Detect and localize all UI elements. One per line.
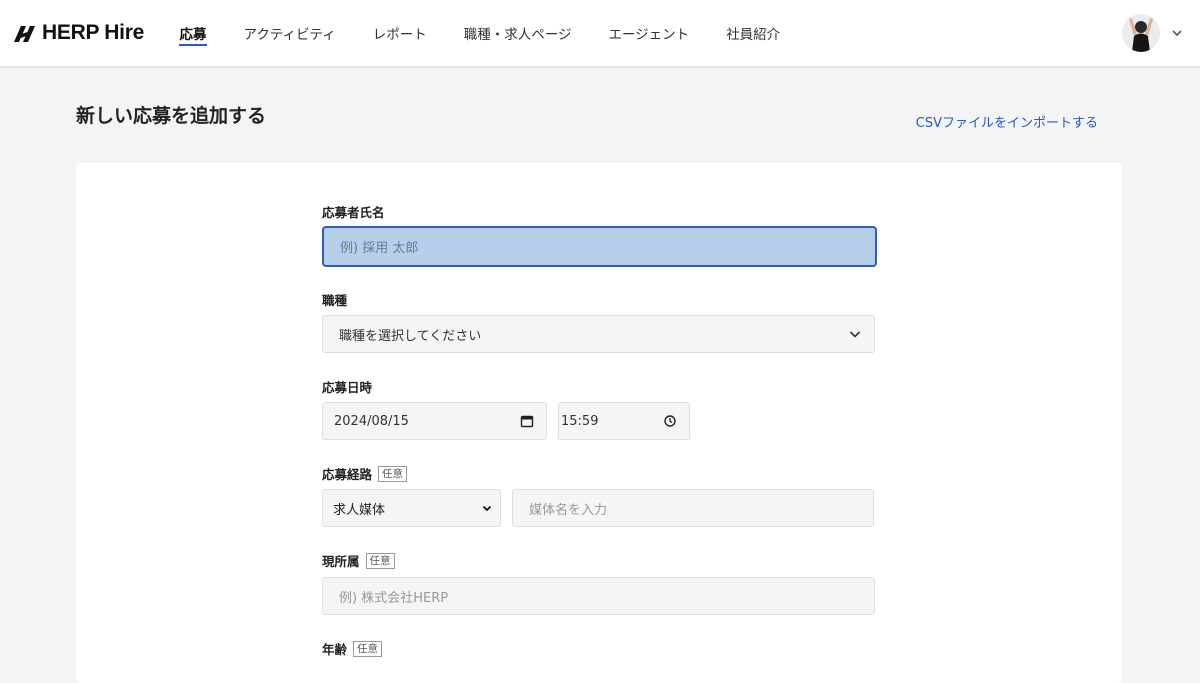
channel-selected-value: 求人媒体 [333, 502, 386, 518]
calendar-icon[interactable] [520, 414, 534, 428]
brand-logo[interactable]: HERP Hire [12, 20, 144, 46]
position-selected-value: 職種を選択してください [339, 328, 482, 344]
age-label-text: 年齢 [322, 642, 348, 657]
page-title: 新しい応募を追加する [76, 105, 267, 127]
applied-time-value: 15:59 [561, 413, 599, 429]
applicant-name-label-text: 応募者氏名 [322, 205, 385, 220]
nav-item-referrals[interactable]: 社員紹介 [708, 0, 799, 66]
position-label-text: 職種 [322, 293, 348, 308]
age-label: 年齢 任意 [322, 639, 383, 658]
channel-select[interactable]: 求人媒体 [322, 489, 501, 527]
applied-date-value: 2024/08/15 [334, 413, 409, 429]
herp-logo-icon [14, 26, 35, 42]
user-avatar-icon [1122, 14, 1160, 52]
position-label: 職種 [322, 290, 347, 309]
avatar[interactable] [1122, 14, 1160, 52]
chevron-down-icon[interactable] [1170, 26, 1184, 40]
current-company-input[interactable]: 例) 株式会社HERP [322, 577, 875, 615]
optional-badge: 任意 [353, 640, 383, 657]
media-name-placeholder: 媒体名を入力 [529, 502, 608, 518]
user-menu[interactable] [1122, 14, 1184, 52]
form-card: 応募者氏名 例) 採用 太郎 職種 職種を選択してください 応募日時 2024/… [76, 163, 1122, 683]
current-company-label: 現所属 任意 [322, 551, 395, 570]
applicant-name-label: 応募者氏名 [322, 202, 385, 221]
current-company-placeholder: 例) 株式会社HERP [339, 590, 449, 606]
applied-date-input[interactable]: 2024/08/15 [322, 402, 547, 440]
chevron-down-icon [482, 505, 492, 512]
chevron-down-icon [849, 331, 861, 338]
optional-badge: 任意 [378, 465, 408, 482]
applied-at-label: 応募日時 [322, 377, 372, 396]
main-nav: 応募 アクティビティ レポート 職種・求人ページ エージェント 社員紹介 [161, 0, 799, 66]
nav-item-applications[interactable]: 応募 [161, 0, 225, 66]
nav-item-activity[interactable]: アクティビティ [225, 0, 354, 66]
applicant-name-placeholder: 例) 採用 太郎 [340, 241, 419, 256]
nav-item-reports[interactable]: レポート [354, 0, 445, 66]
current-company-label-text: 現所属 [322, 554, 360, 569]
brand-name: HERP Hire [42, 21, 144, 44]
optional-badge: 任意 [365, 552, 395, 569]
applicant-name-input[interactable]: 例) 採用 太郎 [322, 226, 877, 267]
media-name-input[interactable]: 媒体名を入力 [512, 489, 874, 527]
position-select[interactable]: 職種を選択してください [322, 315, 875, 353]
clock-icon[interactable] [663, 414, 677, 428]
channel-label: 応募経路 任意 [322, 464, 408, 483]
csv-import-link[interactable]: CSVファイルをインポートする [916, 112, 1098, 131]
applied-at-label-text: 応募日時 [322, 380, 373, 395]
nav-item-agents[interactable]: エージェント [590, 0, 708, 66]
channel-label-text: 応募経路 [322, 467, 373, 482]
nav-item-jobs[interactable]: 職種・求人ページ [445, 0, 590, 66]
top-navigation-bar: HERP Hire 応募 アクティビティ レポート 職種・求人ページ エージェン… [0, 0, 1200, 66]
applied-time-input[interactable]: 15:59 [558, 402, 690, 440]
